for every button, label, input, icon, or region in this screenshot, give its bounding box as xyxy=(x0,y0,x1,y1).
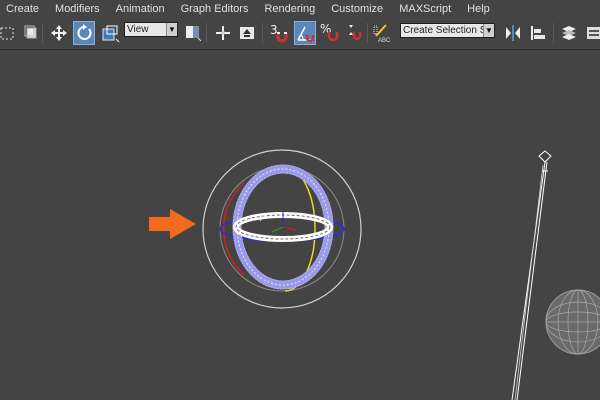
select-region-icon xyxy=(0,27,14,40)
magnet-icon xyxy=(327,32,339,42)
menu-maxscript[interactable]: MAXScript xyxy=(399,3,451,15)
keyboard-shortcut-override-button[interactable] xyxy=(236,21,258,45)
use-pivot-point-button[interactable] xyxy=(181,21,203,45)
menu-customize[interactable]: Customize xyxy=(331,3,383,15)
toolbar-separator xyxy=(367,23,368,43)
wire-helper-object[interactable] xyxy=(511,150,552,400)
rotate-button[interactable] xyxy=(73,21,95,45)
spinner-snap-icon xyxy=(349,25,362,41)
toolbar-separator xyxy=(553,23,554,43)
angle-snap-icon xyxy=(297,26,315,43)
wire-sphere-object[interactable] xyxy=(545,289,600,355)
scale-button[interactable] xyxy=(99,21,121,45)
reference-coordinate-value: View xyxy=(127,24,149,35)
magnet-icon xyxy=(276,32,288,43)
mirror-icon xyxy=(506,25,520,41)
menu-modifiers[interactable]: Modifiers xyxy=(55,3,100,15)
spinner-snap-toggle-button[interactable] xyxy=(342,21,364,45)
select-object-button[interactable] xyxy=(20,21,42,45)
layer-manager-button[interactable] xyxy=(558,21,580,45)
scale-icon xyxy=(102,25,120,43)
main-toolbar: View ▼ 3 % ABC Create Selection Se ▼ xyxy=(0,18,600,50)
ribbon-icon xyxy=(587,27,600,39)
named-selection-icon: ABC xyxy=(373,24,391,44)
reference-coordinate-system-dropdown[interactable]: View ▼ xyxy=(124,22,178,37)
helper-top-marker xyxy=(538,150,552,163)
perspective-viewport[interactable] xyxy=(0,51,600,400)
percent-snap-toggle-button[interactable]: % xyxy=(318,21,340,45)
mirror-button[interactable] xyxy=(502,21,524,45)
align-button[interactable] xyxy=(528,21,550,45)
menu-rendering[interactable]: Rendering xyxy=(264,3,315,15)
selected-ring-object[interactable] xyxy=(232,164,334,290)
named-selection-set-value: Create Selection Se xyxy=(403,25,492,36)
keyboard-override-icon xyxy=(240,27,254,39)
edit-named-selection-button[interactable]: ABC xyxy=(372,21,394,45)
move-button[interactable] xyxy=(48,21,70,45)
menu-graph-editors[interactable]: Graph Editors xyxy=(181,3,249,15)
pivot-center-icon xyxy=(186,26,202,42)
svg-text:ABC: ABC xyxy=(378,38,391,44)
viewport-canvas xyxy=(149,149,600,400)
manipulate-icon xyxy=(216,26,230,40)
graphite-ribbon-button[interactable] xyxy=(583,21,600,45)
pivot-x-axis xyxy=(282,226,297,231)
select-object-icon xyxy=(24,25,37,39)
align-icon xyxy=(531,26,545,40)
pivot-y-axis xyxy=(271,226,284,233)
menu-bar: Create Modifiers Animation Graph Editors… xyxy=(0,0,600,18)
menu-create[interactable]: Create xyxy=(6,3,39,15)
helper-wire xyxy=(511,161,546,400)
move-icon xyxy=(51,25,67,41)
chevron-down-icon: ▼ xyxy=(483,24,494,37)
snaps-toggle-button[interactable]: 3 xyxy=(268,21,290,45)
toolbar-separator xyxy=(206,23,207,43)
named-selection-set-dropdown[interactable]: Create Selection Se ▼ xyxy=(400,23,495,38)
menu-help[interactable]: Help xyxy=(467,3,490,15)
annotation-arrow-icon xyxy=(149,209,196,239)
layer-icon xyxy=(562,26,576,40)
angle-snap-toggle-button[interactable] xyxy=(294,21,316,45)
menu-animation[interactable]: Animation xyxy=(116,3,165,15)
rotate-icon xyxy=(77,24,92,40)
select-region-button[interactable] xyxy=(0,21,18,45)
chevron-down-icon: ▼ xyxy=(166,23,177,36)
toolbar-separator xyxy=(42,23,43,43)
helper-wire xyxy=(514,164,544,400)
select-and-manipulate-button[interactable] xyxy=(212,21,234,45)
toolbar-separator xyxy=(262,23,263,43)
helper-wire xyxy=(516,161,548,400)
